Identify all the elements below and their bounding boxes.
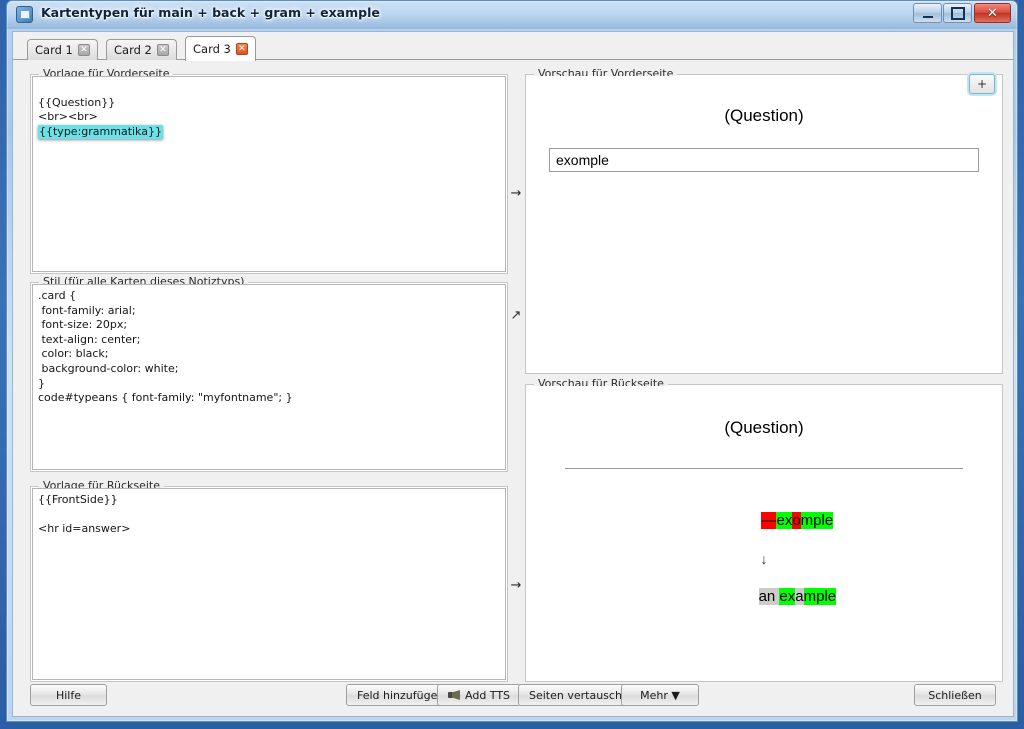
tab-card-2[interactable]: Card 2 ✕ [106, 39, 177, 60]
maximize-icon [944, 4, 971, 22]
front-template-line-2: <br><br> [38, 110, 98, 124]
minimize-button[interactable] [913, 3, 942, 23]
card-tab-bar: Card 1 ✕ Card 2 ✕ Card 3 ✕ [13, 32, 1013, 61]
close-icon: ✕ [987, 5, 998, 21]
front-preview-body: (Question) exomple [527, 76, 1001, 372]
help-button-label: Hilfe [55, 688, 82, 702]
back-to-preview-arrow-icon: → [510, 578, 522, 593]
diff-correct-seg-1: ex [779, 588, 796, 605]
diff-typed-seg-0: — [761, 512, 777, 529]
main-content: Vorlage für Vorderseite {{Question}} <br… [13, 60, 1013, 682]
app-icon [16, 6, 33, 23]
client-area: Card 1 ✕ Card 2 ✕ Card 3 ✕ + Vorlage für… [12, 31, 1014, 717]
front-template-line-1: {{Question}} [38, 95, 116, 109]
diff-typed-seg-1: ex [776, 512, 793, 529]
diff-typed-line: —exomple [695, 491, 834, 551]
diff-typed-seg-2: o [792, 512, 801, 529]
add-field-button-label: Feld hinzufügen [357, 688, 445, 702]
close-window-button[interactable]: ✕ [974, 3, 1011, 23]
back-template-editor[interactable]: {{FrontSide}} <hr id=answer> [32, 488, 506, 680]
back-preview-group: Vorschau für Rückseite (Question) —exomp… [525, 377, 1003, 682]
tab-card-1[interactable]: Card 1 ✕ [27, 39, 98, 60]
type-answer-diff: —exomple ↓ an example [527, 491, 1001, 627]
tab-card-1-label: Card 1 [35, 43, 73, 57]
back-preview-question: (Question) [724, 418, 804, 437]
diff-correct-seg-0: an [758, 588, 780, 605]
diff-typed-seg-3: mple [800, 512, 834, 529]
front-preview-group: Vorschau für Vorderseite (Question) exom… [525, 67, 1003, 374]
front-preview-type-input[interactable]: exomple [549, 148, 979, 172]
front-preview-question: (Question) [724, 106, 804, 125]
application-window: Kartentypen für main + back + gram + exa… [6, 0, 1018, 722]
diff-down-arrow-icon: ↓ [760, 551, 768, 567]
more-menu-button-label: Mehr ▼ [640, 688, 680, 702]
window-title: Kartentypen für main + back + gram + exa… [41, 5, 380, 20]
style-editor[interactable]: .card { font-family: arial; font-size: 2… [32, 284, 506, 470]
front-template-group: Vorlage für Vorderseite {{Question}} <br… [30, 67, 508, 274]
swap-sides-button-label: Seiten vertauschen [529, 688, 636, 702]
add-tts-button[interactable]: Add TTS [437, 684, 522, 706]
tab-card-3-close-icon[interactable]: ✕ [235, 43, 248, 55]
maximize-button[interactable] [943, 3, 972, 23]
style-link-arrow-icon: ↗ [510, 308, 522, 323]
front-template-editor[interactable]: {{Question}} <br><br> {{type:grammatika}… [32, 76, 506, 272]
close-dialog-button[interactable]: Schließen [914, 684, 996, 706]
tab-card-2-close-icon[interactable]: ✕ [156, 44, 169, 56]
answer-divider [565, 468, 963, 469]
desktop-background: Kartentypen für main + back + gram + exa… [0, 0, 1024, 729]
diff-correct-seg-3: mple [803, 588, 837, 605]
style-group: Stil (für alle Karten dieses Notiztyps) … [30, 275, 508, 472]
add-tts-button-label: Add TTS [465, 688, 511, 702]
back-preview-body: (Question) —exomple ↓ an example [527, 386, 1001, 680]
front-template-line-3-selected: {{type:grammatika}} [38, 124, 163, 140]
add-card-tab-button[interactable]: + [969, 74, 995, 94]
help-button[interactable]: Hilfe [30, 684, 107, 706]
tab-card-1-close-icon[interactable]: ✕ [77, 44, 90, 56]
bottom-button-bar: Hilfe Feld hinzufügen Add TTS Seiten ver… [13, 674, 1013, 716]
minimize-icon [914, 4, 941, 22]
back-template-group: Vorlage für Rückseite {{FrontSide}} <hr … [30, 479, 508, 682]
front-to-preview-arrow-icon: → [510, 186, 522, 201]
speaker-icon [448, 690, 460, 700]
close-dialog-button-label: Schließen [928, 688, 982, 702]
tab-card-2-label: Card 2 [114, 43, 152, 57]
tab-card-3-label: Card 3 [193, 42, 231, 56]
tab-card-3[interactable]: Card 3 ✕ [185, 36, 256, 61]
title-bar: Kartentypen für main + back + gram + exa… [7, 1, 1017, 29]
diff-correct-seg-2: a [795, 588, 804, 605]
diff-correct-line: an example [692, 567, 837, 627]
more-menu-button[interactable]: Mehr ▼ [621, 684, 699, 706]
